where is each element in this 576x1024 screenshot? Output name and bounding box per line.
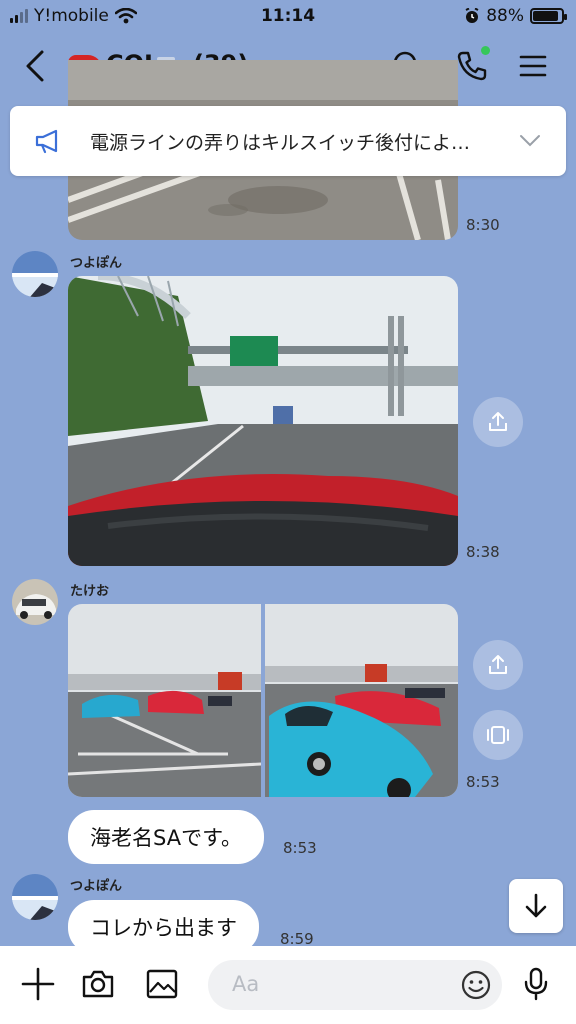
message-time: 8:38 xyxy=(466,543,500,561)
call-button[interactable] xyxy=(454,46,490,84)
album-icon xyxy=(487,726,509,744)
camera-icon[interactable] xyxy=(80,966,116,1002)
message-input[interactable]: Aa xyxy=(208,960,502,1010)
announcement-banner[interactable]: 電源ラインの弄りはキルスイッチ後付によ… xyxy=(10,106,566,176)
highway-photo xyxy=(68,276,458,566)
avatar-image xyxy=(12,579,58,625)
avatar-takeo[interactable] xyxy=(12,579,58,625)
status-right: 88% xyxy=(464,6,567,26)
share-icon xyxy=(489,412,507,431)
message-time: 8:30 xyxy=(466,216,500,234)
status-bar: Y!mobile 11:14 88% xyxy=(0,0,576,34)
message-time: 8:53 xyxy=(466,773,500,791)
album-button[interactable] xyxy=(473,710,523,760)
sender-name: つよぽん xyxy=(70,256,123,271)
emoji-icon[interactable] xyxy=(460,969,492,1001)
cars-photo-1 xyxy=(68,604,261,797)
chevron-down-icon[interactable] xyxy=(518,130,542,150)
battery-icon xyxy=(530,8,567,24)
chat-image-cars-2[interactable] xyxy=(265,604,458,797)
avatar-image xyxy=(12,874,58,920)
alarm-icon xyxy=(465,8,479,23)
scroll-to-bottom-button[interactable] xyxy=(509,879,563,933)
chat-image-highway[interactable] xyxy=(68,276,458,566)
avatar-image xyxy=(12,251,58,297)
microphone-icon[interactable] xyxy=(518,966,554,1002)
arrow-down-icon xyxy=(525,893,547,918)
avatar-tsuyopon[interactable] xyxy=(12,251,58,297)
image-icon[interactable] xyxy=(144,966,180,1002)
share-button[interactable] xyxy=(473,640,523,690)
message-time: 8:53 xyxy=(283,839,317,857)
chat-image-cars-1[interactable] xyxy=(68,604,261,797)
cars-photo-2 xyxy=(265,604,458,797)
share-button[interactable] xyxy=(473,397,523,447)
menu-icon[interactable] xyxy=(515,48,551,84)
announcement-text: 電源ラインの弄りはキルスイッチ後付によ… xyxy=(90,132,471,154)
input-placeholder: Aa xyxy=(232,972,260,996)
plus-icon[interactable] xyxy=(20,966,56,1002)
battery-percent: 88% xyxy=(486,6,524,26)
share-icon xyxy=(489,655,507,674)
sender-name: たけお xyxy=(70,584,110,599)
megaphone-icon xyxy=(35,129,58,154)
message-bubble[interactable]: 海老名SAです。 xyxy=(68,810,264,864)
avatar-tsuyopon[interactable] xyxy=(12,874,58,920)
battery-fill xyxy=(533,11,558,21)
sender-name: つよぽん xyxy=(70,879,123,894)
message-toolbar: Aa xyxy=(0,946,576,1024)
online-dot xyxy=(481,46,490,55)
back-arrow-icon[interactable] xyxy=(18,46,54,86)
